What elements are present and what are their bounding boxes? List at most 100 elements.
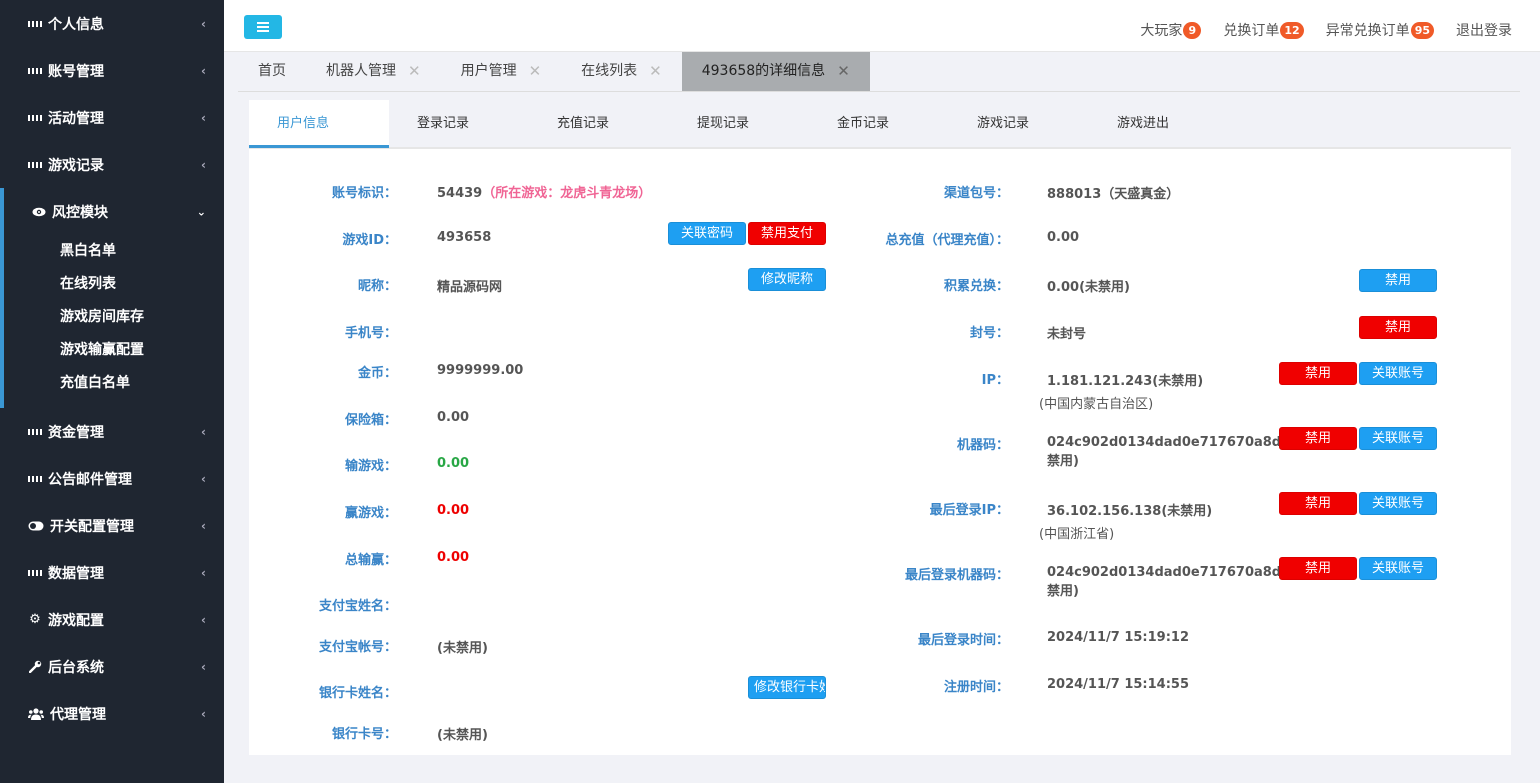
top-links: 大玩家 9 兑换订单 12 异常兑换订单 95 退出登录 bbox=[1140, 20, 1512, 40]
sidebar-item-funds[interactable]: 资金管理 ‹ bbox=[4, 408, 224, 455]
sidebar-item-switch-config[interactable]: 开关配置管理 ‹ bbox=[4, 502, 224, 549]
close-icon[interactable]: ✕ bbox=[408, 52, 421, 91]
subtab-withdraw-records[interactable]: 提现记录 bbox=[669, 100, 809, 148]
subtab-user-info[interactable]: 用户信息 bbox=[249, 100, 389, 148]
alipay-name-label: 支付宝姓名： bbox=[318, 599, 397, 614]
eye-icon bbox=[32, 205, 46, 219]
sidebar-item-label: 游戏配置 bbox=[48, 612, 104, 629]
last-login-ip-region: (中国浙江省) bbox=[1039, 527, 1115, 542]
sidebar-item-risk-control[interactable]: 风控模块 ⌄ bbox=[0, 188, 224, 235]
gold-label: 金币： bbox=[357, 366, 397, 381]
alipay-account-value: (未禁用) bbox=[437, 641, 488, 656]
grid-icon bbox=[28, 158, 42, 172]
register-time-value: 2024/11/7 15:14:55 bbox=[1047, 677, 1190, 692]
big-player-link[interactable]: 大玩家 9 bbox=[1140, 20, 1202, 40]
top-bar: 大玩家 9 兑换订单 12 异常兑换订单 95 退出登录 bbox=[224, 0, 1540, 52]
phone-label: 手机号： bbox=[344, 326, 397, 341]
sidebar-item-backend[interactable]: 后台系统 ‹ bbox=[4, 643, 224, 690]
account-game: （所在游戏：龙虎斗青龙场） bbox=[482, 186, 652, 201]
last-login-machine-code-label: 最后登录机器码： bbox=[904, 568, 1009, 583]
sidebar-item-notice-mail[interactable]: 公告邮件管理 ‹ bbox=[4, 455, 224, 502]
link-password-button[interactable]: 关联密码 bbox=[668, 222, 746, 245]
bank-number-label: 银行卡号： bbox=[331, 727, 397, 742]
tab-label: 首页 bbox=[258, 63, 286, 79]
account-id-value: 54439（所在游戏：龙虎斗青龙场） bbox=[437, 182, 651, 201]
chevron-left-icon: ‹ bbox=[201, 471, 206, 486]
win-games-value: 0.00 bbox=[437, 503, 470, 518]
bank-name-label: 银行卡姓名： bbox=[318, 686, 397, 701]
exchange-orders-badge: 12 bbox=[1280, 21, 1304, 39]
alipay-account-label: 支付宝帐号： bbox=[318, 640, 397, 655]
disable-last-machine-button[interactable]: 禁用 bbox=[1279, 557, 1357, 580]
sidebar-item-personal-info[interactable]: 个人信息 ‹ bbox=[4, 0, 224, 47]
disable-exchange-button[interactable]: 禁用 bbox=[1359, 269, 1437, 292]
toggle-icon bbox=[28, 519, 44, 533]
menu-toggle-button[interactable] bbox=[244, 15, 282, 39]
big-player-badge: 9 bbox=[1183, 21, 1202, 39]
sidebar-subitem-win-config[interactable]: 游戏输赢配置 bbox=[4, 334, 224, 367]
link-account-ip-button[interactable]: 关联账号 bbox=[1359, 362, 1437, 385]
tab-user-detail[interactable]: 493658的详细信息 ✕ bbox=[681, 52, 870, 91]
chevron-left-icon: ‹ bbox=[201, 659, 206, 674]
ip-value: 1.181.121.243(未禁用) bbox=[1047, 374, 1204, 389]
link-account-machine-button[interactable]: 关联账号 bbox=[1359, 427, 1437, 450]
sidebar-item-data[interactable]: 数据管理 ‹ bbox=[4, 549, 224, 596]
machine-code-label: 机器码： bbox=[956, 438, 1009, 453]
last-login-time-label: 最后登录时间： bbox=[917, 633, 1009, 648]
sidebar-item-label: 风控模块 bbox=[52, 204, 108, 221]
sidebar-subitem-online-list[interactable]: 在线列表 bbox=[4, 268, 224, 301]
sidebar-subitem-blacklist[interactable]: 黑白名单 bbox=[4, 235, 224, 268]
channel-value: 888013（天盛真金） bbox=[1047, 187, 1180, 202]
sidebar-item-account[interactable]: 账号管理 ‹ bbox=[4, 47, 224, 94]
exchange-orders-link[interactable]: 兑换订单 12 bbox=[1223, 20, 1304, 40]
sidebar-item-label: 代理管理 bbox=[50, 706, 106, 723]
sidebar-item-game-config[interactable]: ⚙ 游戏配置 ‹ bbox=[4, 596, 224, 643]
accumulated-exchange-label: 积累兑换： bbox=[943, 279, 1009, 294]
link-account-last-machine-button[interactable]: 关联账号 bbox=[1359, 557, 1437, 580]
game-id-value: 493658 bbox=[437, 230, 492, 245]
subtab-login-records[interactable]: 登录记录 bbox=[389, 100, 529, 148]
ban-status-label: 封号： bbox=[969, 326, 1009, 341]
channel-label: 渠道包号： bbox=[943, 186, 1009, 201]
subtab-game-records[interactable]: 游戏记录 bbox=[949, 100, 1089, 148]
total-recharge-value: 0.00 bbox=[1047, 230, 1080, 245]
disable-machine-code-button[interactable]: 禁用 bbox=[1279, 427, 1357, 450]
sidebar-subitem-room-stock[interactable]: 游戏房间库存 bbox=[4, 301, 224, 334]
close-icon[interactable]: ✕ bbox=[837, 52, 850, 91]
tab-online-list[interactable]: 在线列表 ✕ bbox=[561, 52, 682, 91]
subtab-gold-records[interactable]: 金币记录 bbox=[809, 100, 949, 148]
grid-icon bbox=[28, 111, 42, 125]
link-account-last-ip-button[interactable]: 关联账号 bbox=[1359, 492, 1437, 515]
chevron-left-icon: ‹ bbox=[201, 518, 206, 533]
subtab-game-inout[interactable]: 游戏进出 bbox=[1089, 100, 1229, 148]
close-icon[interactable]: ✕ bbox=[529, 52, 542, 91]
tab-home[interactable]: 首页 bbox=[238, 52, 306, 91]
sidebar-subitem-recharge-whitelist[interactable]: 充值白名单 bbox=[4, 367, 224, 400]
gears-icon: ⚙ bbox=[29, 612, 41, 627]
logout-link[interactable]: 退出登录 bbox=[1456, 20, 1512, 40]
last-login-ip-value: 36.102.156.138(未禁用) bbox=[1047, 504, 1213, 519]
disable-last-ip-button[interactable]: 禁用 bbox=[1279, 492, 1357, 515]
chevron-down-icon: ⌄ bbox=[196, 205, 206, 218]
sidebar: 个人信息 ‹ 账号管理 ‹ 活动管理 ‹ 游戏记录 ‹ 风控模块 ⌄ 黑白名单 bbox=[0, 0, 224, 783]
users-icon bbox=[28, 707, 44, 721]
subtab-recharge-records[interactable]: 充值记录 bbox=[529, 100, 669, 148]
sidebar-item-agent[interactable]: 代理管理 ‹ bbox=[4, 690, 224, 737]
sidebar-item-game-records[interactable]: 游戏记录 ‹ bbox=[4, 141, 224, 188]
sidebar-item-label: 账号管理 bbox=[48, 63, 104, 80]
tab-user-management[interactable]: 用户管理 ✕ bbox=[441, 52, 562, 91]
close-icon[interactable]: ✕ bbox=[649, 52, 662, 91]
tab-robot-management[interactable]: 机器人管理 ✕ bbox=[306, 52, 441, 91]
tab-label: 机器人管理 bbox=[326, 63, 396, 79]
sidebar-item-activity[interactable]: 活动管理 ‹ bbox=[4, 94, 224, 141]
tab-label: 在线列表 bbox=[581, 63, 638, 79]
account-id-label: 账号标识： bbox=[331, 186, 397, 201]
abnormal-orders-link[interactable]: 异常兑换订单 95 bbox=[1326, 20, 1434, 40]
chevron-left-icon: ‹ bbox=[201, 612, 206, 627]
game-id-label: 游戏ID： bbox=[342, 233, 397, 248]
abnormal-orders-label: 异常兑换订单 bbox=[1325, 23, 1410, 39]
chevron-left-icon: ‹ bbox=[201, 706, 206, 721]
ban-account-button[interactable]: 禁用 bbox=[1359, 316, 1437, 339]
sidebar-item-label: 活动管理 bbox=[48, 110, 104, 127]
disable-ip-button[interactable]: 禁用 bbox=[1279, 362, 1357, 385]
